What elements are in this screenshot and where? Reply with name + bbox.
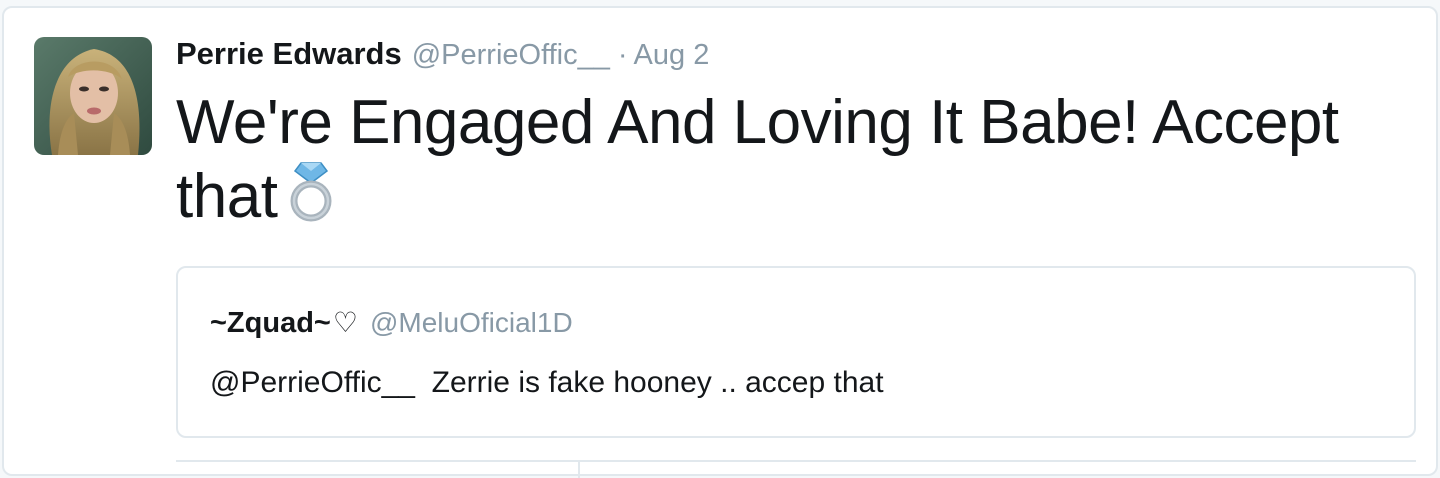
actions-separator [578,462,580,478]
tweet-text-content: We're Engaged And Loving It Babe! Accept… [176,88,1339,231]
heart-icon: ♡ [332,307,358,338]
quoted-tweet-text: @PerrieOffic__ Zerrie is fake hooney .. … [210,366,884,399]
avatar[interactable] [34,37,152,155]
profile-photo-icon [34,37,152,155]
quoted-user-handle: @MeluOficial1D [369,307,573,338]
quoted-tweet[interactable]: ~Zquad~ ♡ @MeluOficial1D @PerrieOffic__ … [176,266,1416,438]
tweet-text: We're Engaged And Loving It Babe! Accept… [176,86,1416,240]
actions-divider [176,460,1416,462]
tweet-header: Perrie Edwards @PerrieOffic__ · Aug 2 [176,36,709,76]
tweet-card[interactable]: Perrie Edwards @PerrieOffic__ · Aug 2 We… [2,6,1438,478]
header-separator: · [617,39,628,71]
display-name[interactable]: Perrie Edwards [176,36,402,72]
ring-icon [287,161,335,240]
user-handle[interactable]: @PerrieOffic__ [412,39,610,72]
quoted-display-name: ~Zquad~ [210,307,331,339]
quoted-tweet-header: ~Zquad~ ♡ @MeluOficial1D [210,306,573,340]
timestamp[interactable]: Aug 2 [634,39,710,72]
